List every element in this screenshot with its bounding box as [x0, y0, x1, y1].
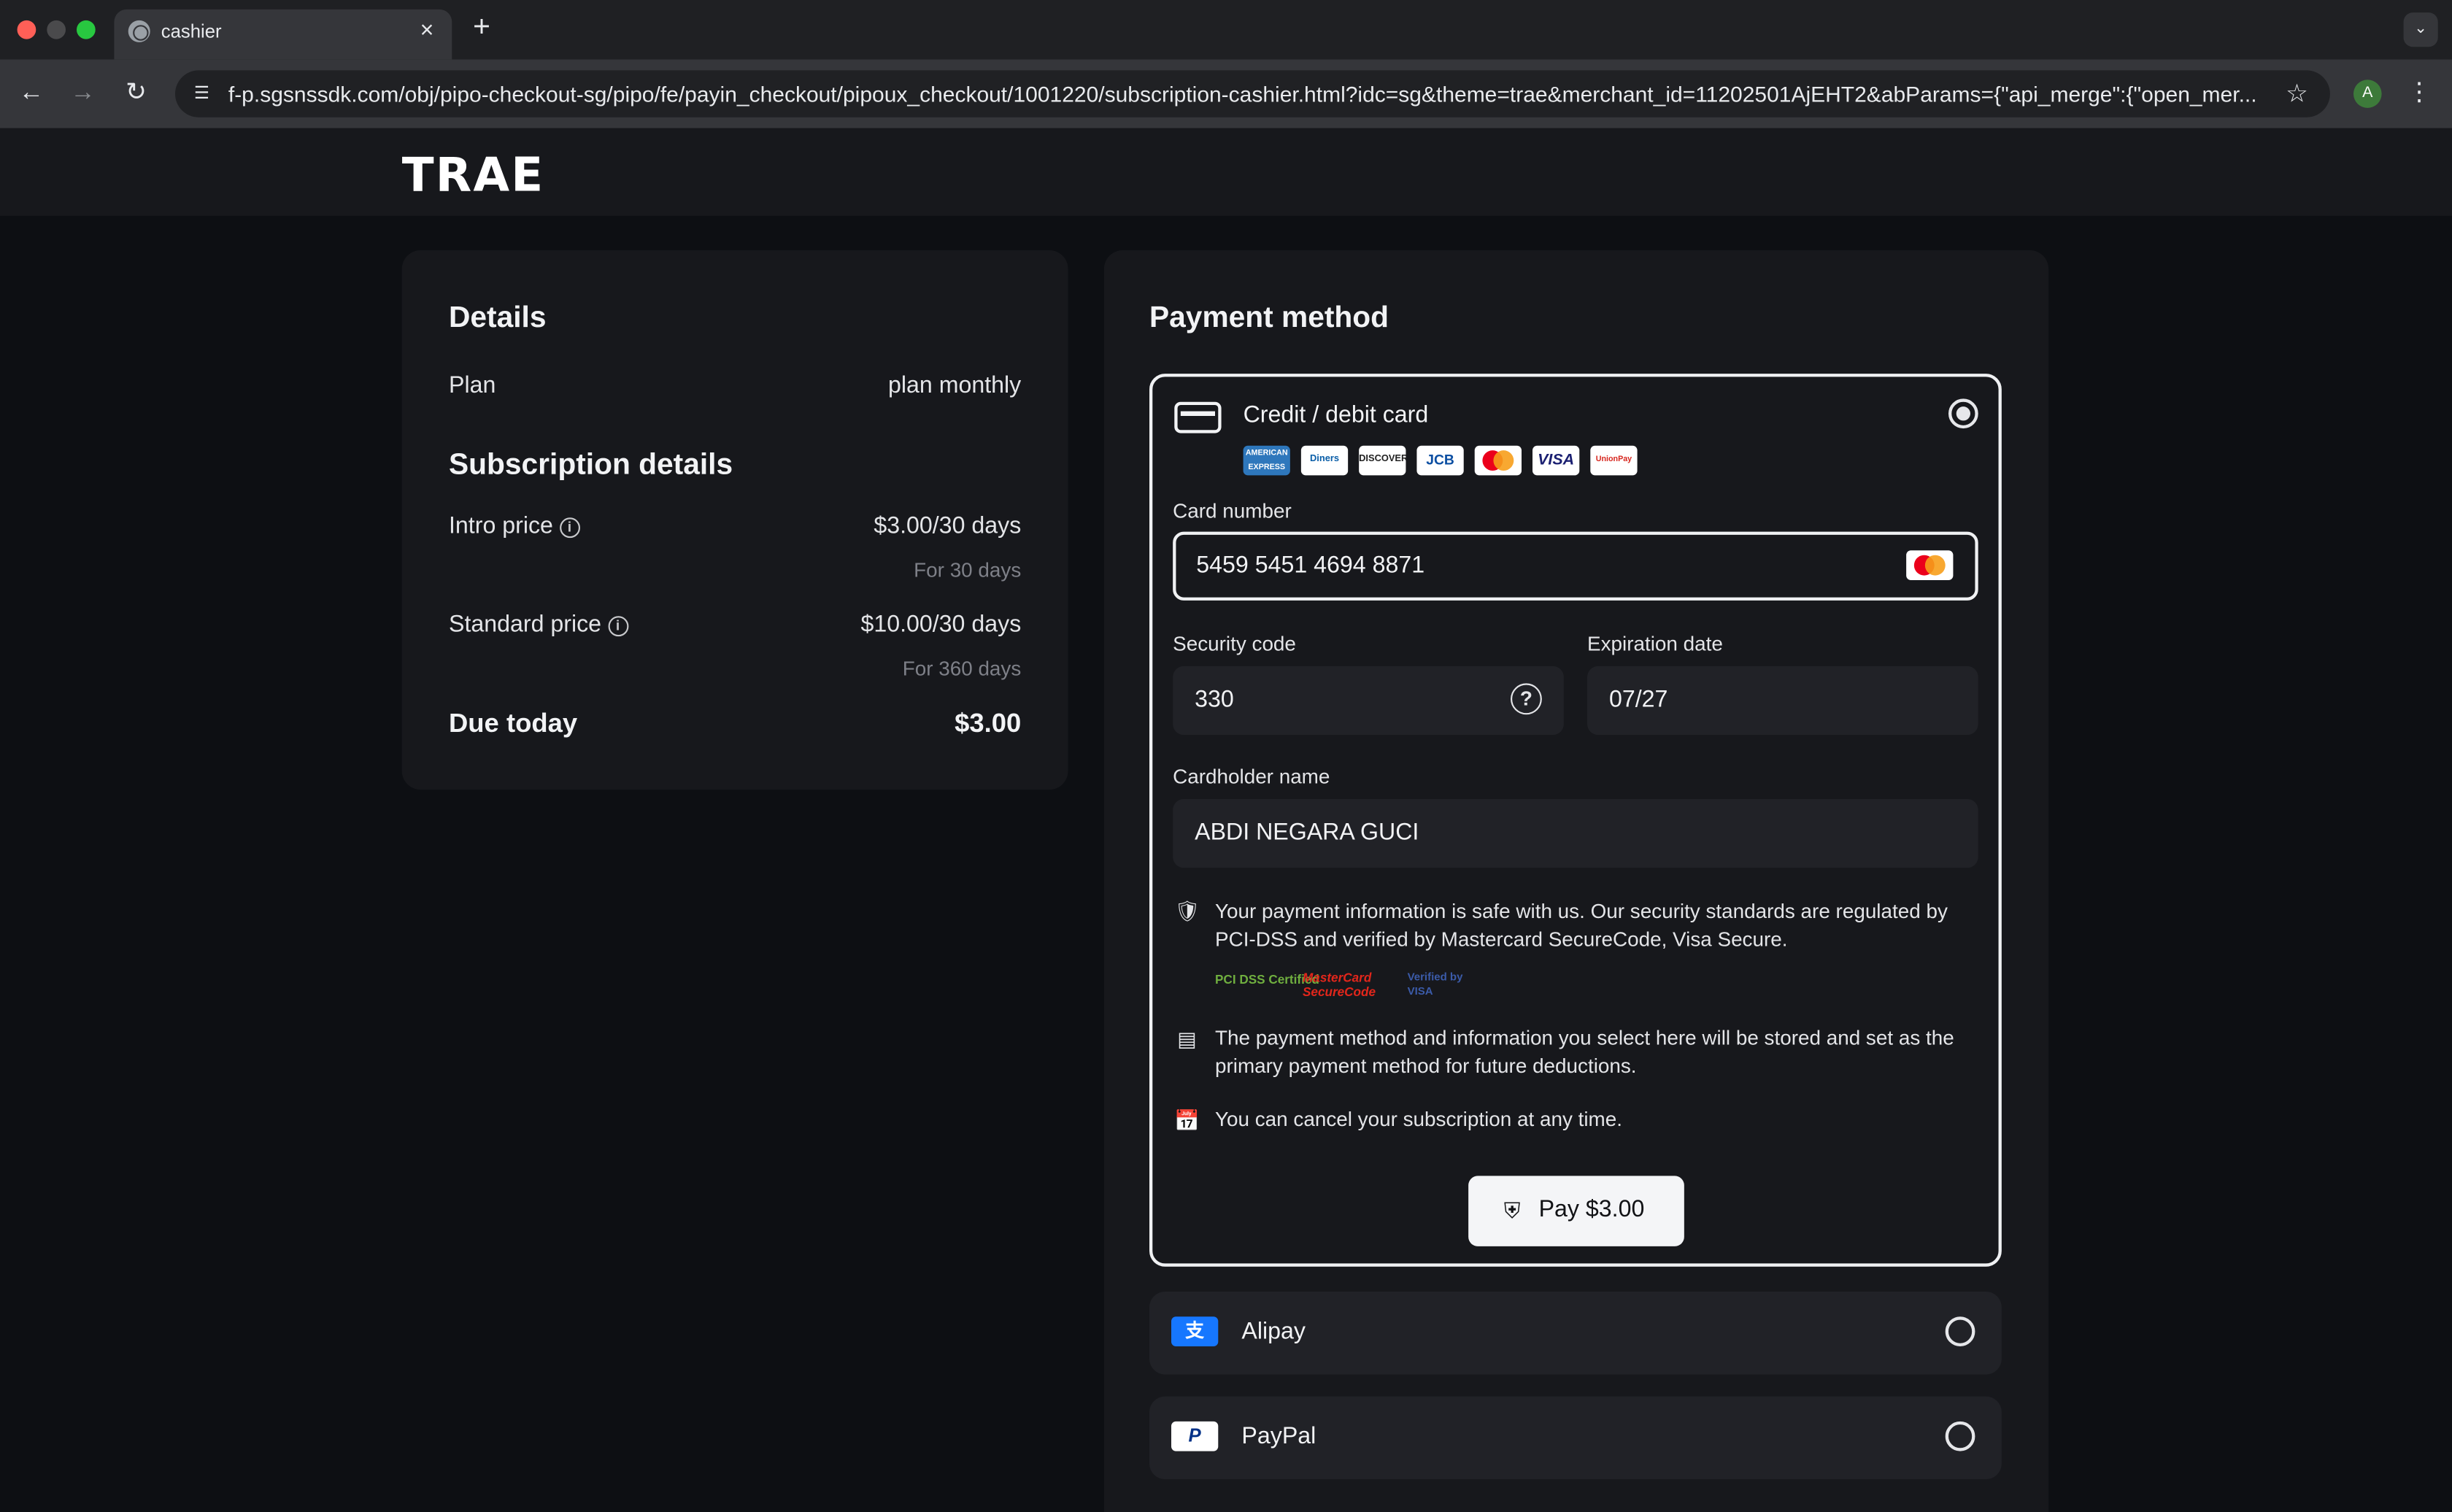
due-today-value: $3.00 — [955, 708, 1022, 738]
intro-price-row-label: Intro price i — [449, 512, 580, 540]
security-code-value: 330 — [1195, 686, 1234, 714]
cardholder-name-input[interactable]: ABDI NEGARA GUCI — [1173, 799, 1978, 868]
pay-button[interactable]: ⛨ Pay $3.00 — [1468, 1176, 1684, 1246]
trae-logo: TRAE — [401, 148, 545, 204]
expiration-date-value: 07/27 — [1609, 686, 1668, 714]
page-root: cashier × + ⌄ ← → ↻ ☰ f-p.sgsnssdk.com/o… — [0, 0, 2452, 1512]
card-number-input[interactable]: 5459 5451 4694 8871 — [1173, 531, 1978, 601]
globe-icon — [128, 20, 150, 42]
expiration-date-input[interactable]: 07/27 — [1587, 666, 1978, 736]
address-bar[interactable]: ☰ f-p.sgsnssdk.com/obj/pipo-checkout-sg/… — [175, 70, 2330, 117]
window-close-button[interactable] — [17, 20, 36, 39]
cardholder-name-label: Cardholder name — [1173, 764, 1330, 788]
diners-logo: Diners — [1300, 445, 1349, 476]
security-code-input[interactable]: 330 ? — [1173, 666, 1564, 736]
amex-logo: AMERICAN EXPRESS — [1243, 445, 1290, 476]
browser-tab-bar: cashier × + ⌄ — [0, 0, 2452, 60]
site-settings-icon[interactable]: ☰ — [189, 81, 214, 106]
browser-tab-cashier[interactable]: cashier × — [114, 9, 452, 60]
back-arrow-icon[interactable]: ← — [14, 77, 48, 111]
intro-price-value: $3.00/30 days — [874, 512, 1022, 540]
security-code-label: Security code — [1173, 631, 1296, 655]
info-icon[interactable]: i — [607, 616, 628, 637]
plan-label: Plan — [449, 371, 496, 399]
due-today-label: Due today — [449, 708, 578, 738]
jcb-logo: JCB — [1416, 445, 1464, 476]
alipay-radio[interactable] — [1945, 1316, 1975, 1346]
unionpay-logo: UnionPay — [1590, 445, 1638, 476]
credit-card-title: Credit / debit card — [1243, 401, 1429, 429]
forward-arrow-icon[interactable]: → — [66, 77, 100, 111]
details-title: Details — [449, 301, 547, 335]
mastercard-securecode-badge: MasterCard SecureCode — [1303, 971, 1376, 1000]
new-tab-button[interactable]: + — [468, 11, 496, 45]
window-maximize-button[interactable] — [77, 20, 96, 39]
tab-close-icon[interactable]: × — [415, 18, 439, 46]
standard-price-label: Standard price — [449, 611, 602, 639]
mastercard-logo: mastercard — [1474, 445, 1522, 476]
credit-card-radio[interactable] — [1948, 398, 1978, 429]
info-icon[interactable]: i — [559, 517, 580, 539]
intro-price-duration: For 30 days — [914, 558, 1022, 582]
intro-price-label: Intro price — [449, 512, 553, 540]
cardholder-name-value: ABDI NEGARA GUCI — [1195, 819, 1419, 846]
security-notice: Your payment information is safe with us… — [1215, 899, 1948, 951]
calendar-clock-icon: 📅 — [1174, 1108, 1200, 1133]
bookmark-star-icon[interactable]: ☆ — [2286, 78, 2308, 109]
alipay-icon: 支 — [1171, 1316, 1219, 1346]
card-number-value: 5459 5451 4694 8871 — [1196, 552, 1425, 579]
subscription-details-title: Subscription details — [449, 449, 733, 482]
standard-price-duration: For 360 days — [902, 657, 1022, 681]
reload-icon[interactable]: ↻ — [119, 77, 153, 111]
storage-notice: The payment method and information you s… — [1215, 1025, 1954, 1078]
alipay-option[interactable]: 支 Alipay — [1149, 1292, 2002, 1375]
plan-value: plan monthly — [888, 371, 1022, 399]
payment-method-title: Payment method — [1149, 301, 1389, 335]
standard-price-value: $10.00/30 days — [860, 611, 1022, 639]
shield-check-icon: 🛡 — [1174, 899, 1200, 923]
standard-price-row-label: Standard price i — [449, 612, 628, 638]
credit-card-icon — [1174, 401, 1222, 433]
url-text[interactable]: f-p.sgsnssdk.com/obj/pipo-checkout-sg/pi… — [228, 81, 2262, 106]
cancel-notice: You can cancel your subscription at any … — [1215, 1107, 1622, 1131]
alipay-label: Alipay — [1241, 1318, 1306, 1345]
help-question-icon[interactable]: ? — [1511, 683, 1542, 715]
browser-toolbar: ← → ↻ ☰ f-p.sgsnssdk.com/obj/pipo-checko… — [0, 59, 2452, 128]
profile-avatar[interactable]: A — [2353, 80, 2382, 108]
paypal-option[interactable]: P PayPal — [1149, 1396, 2002, 1480]
tab-search-chevron-icon[interactable]: ⌄ — [2403, 12, 2438, 47]
card-number-label: Card number — [1173, 498, 1292, 522]
pay-button-label: Pay $3.00 — [1538, 1196, 1645, 1223]
details-panel: Details Plan plan monthly Subscription d… — [401, 250, 1068, 790]
app-header: TRAE — [0, 128, 2452, 216]
paypal-radio[interactable] — [1945, 1421, 1975, 1451]
visa-logo: VISA — [1532, 445, 1580, 476]
browser-menu-icon[interactable]: ⋮ — [2407, 77, 2432, 111]
tab-title: cashier — [161, 20, 222, 42]
paypal-icon: P — [1171, 1421, 1219, 1451]
payment-panel: Payment method Credit / debit card AMERI… — [1103, 250, 2049, 1512]
verified-by-visa-badge: Verified by VISA — [1407, 972, 1463, 998]
paypal-label: PayPal — [1241, 1422, 1316, 1450]
credit-card-option[interactable]: Credit / debit card AMERICAN EXPRESS Din… — [1149, 374, 2002, 1267]
document-list-icon: ▤ — [1177, 1027, 1197, 1051]
window-minimize-button[interactable] — [47, 20, 66, 39]
discover-logo: DISCOVER — [1359, 445, 1406, 476]
mastercard-icon — [1906, 550, 1954, 580]
expiration-date-label: Expiration date — [1587, 631, 1723, 655]
shield-icon: ⛨ — [1503, 1197, 1521, 1223]
